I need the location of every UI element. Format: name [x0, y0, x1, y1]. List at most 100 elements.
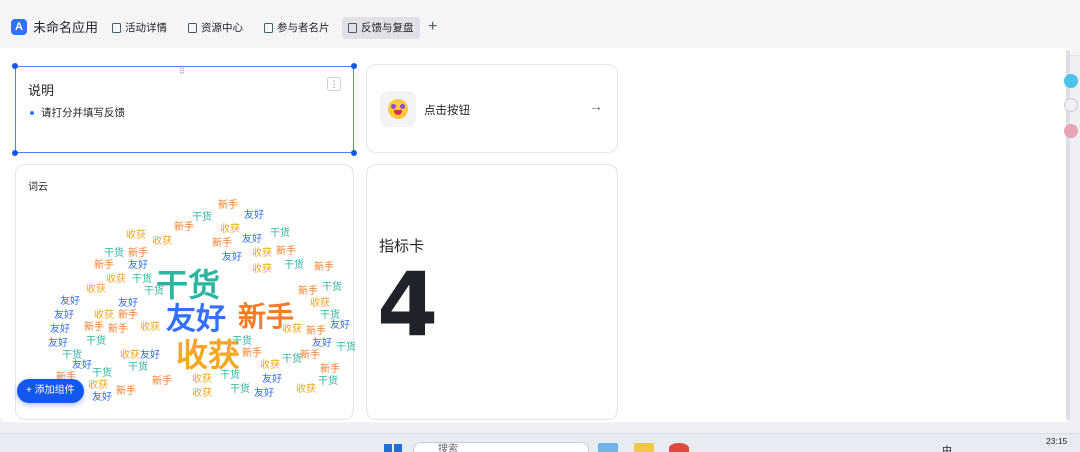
doc-icon [264, 23, 273, 33]
word-cloud-word: 友好 [54, 310, 74, 321]
word-cloud-word: 友好 [60, 296, 80, 307]
word-cloud-word: 收获 [152, 236, 172, 247]
word-cloud-word: 干货 [336, 342, 356, 353]
arrow-right-icon[interactable]: → [589, 98, 603, 114]
word-cloud-word: 收获 [176, 336, 241, 374]
word-cloud-word: 友好 [244, 210, 264, 221]
word-cloud-word: 新手 [152, 376, 172, 387]
wordcloud-card-title: 词云 [28, 182, 48, 193]
windows-start-icon[interactable] [384, 444, 402, 452]
notes-card-title: 说明 [28, 83, 55, 98]
button-card-label[interactable]: 点击按钮 [424, 102, 470, 118]
taskbar-clock[interactable]: 23:15 [1046, 436, 1067, 446]
word-cloud-word: 收获 [126, 230, 146, 241]
word-cloud-word: 收获 [260, 360, 280, 371]
app-title[interactable]: 未命名应用 [33, 19, 98, 37]
resize-handle-bottom-right[interactable] [351, 150, 357, 156]
metric-card[interactable]: 指标卡 4 [366, 164, 618, 420]
word-cloud-word: 干货 [92, 368, 112, 379]
resize-handle-bottom-left[interactable] [12, 150, 18, 156]
doc-icon [112, 23, 121, 33]
word-cloud-word: 友好 [48, 338, 68, 349]
app-logo-icon[interactable]: A [11, 19, 27, 35]
word-cloud-word: 新手 [116, 386, 136, 397]
word-cloud-word: 新手 [84, 322, 104, 333]
tab-label: 参与者名片 [277, 22, 330, 34]
word-cloud-word: 干货 [318, 376, 338, 387]
word-cloud-word: 收获 [296, 384, 316, 395]
grid-icon[interactable] [1064, 98, 1078, 112]
word-cloud: 干货 友好 新手 收获 新手 干货 收获 友好 新手 收获 友好 干货 新手 收获 干货 新手 友好 收获 新手 友好… [32, 199, 356, 403]
word-cloud-word: 干货 [230, 384, 250, 395]
word-cloud-word: 干货 [192, 212, 212, 223]
word-cloud-word: 友好 [128, 260, 148, 271]
word-cloud-word: 干货 [282, 354, 302, 365]
word-cloud-word: 干货 [104, 248, 124, 259]
word-cloud-word: 收获 [252, 264, 272, 275]
word-cloud-word: 友好 [50, 324, 70, 335]
tab-participant-cards[interactable]: 参与者名片 [258, 17, 336, 39]
word-cloud-word: 友好 [92, 392, 112, 403]
drag-handle-icon[interactable]: ⠿ [179, 67, 185, 76]
tab-label: 活动详情 [125, 22, 167, 34]
word-cloud-word: 友好 [242, 234, 262, 245]
resize-handle-top-left[interactable] [12, 63, 18, 69]
word-cloud-word: 收获 [106, 274, 126, 285]
word-cloud-word: 新手 [300, 350, 320, 361]
word-cloud-word: 收获 [86, 284, 106, 295]
word-cloud-word: 收获 [282, 324, 302, 335]
add-widget-button[interactable]: + 添加组件 [17, 379, 84, 403]
word-cloud-word: 收获 [192, 374, 212, 385]
taskbar-search-input[interactable]: 搜索 [413, 442, 589, 452]
bullet-icon [30, 110, 34, 115]
more-options-icon[interactable]: ⋮ [327, 77, 341, 91]
word-cloud-word: 新手 [128, 248, 148, 259]
word-cloud-word: 新手 [174, 222, 194, 233]
emoji-icon [380, 91, 416, 127]
word-cloud-word: 收获 [94, 310, 114, 321]
notes-bullet-text: 请打分并填写反馈 [41, 107, 125, 119]
word-cloud-word: 收获 [252, 248, 272, 259]
word-cloud-word: 新手 [94, 260, 114, 271]
os-taskbar: 搜索 中 23:15 [0, 433, 1080, 452]
word-cloud-word: 新手 [314, 262, 334, 273]
word-cloud-word: 收获 [192, 388, 212, 399]
word-cloud-word: 友好 [140, 350, 160, 361]
button-card[interactable]: 点击按钮 → [366, 64, 618, 153]
smiley-face-icon [388, 99, 408, 119]
add-tab-button[interactable]: + [428, 16, 437, 38]
word-cloud-word: 收获 [310, 298, 330, 309]
word-cloud-word: 收获 [88, 380, 108, 391]
assistant-icon[interactable] [1064, 74, 1078, 88]
taskbar-app-icon[interactable] [598, 443, 618, 452]
word-cloud-word: 新手 [108, 324, 128, 335]
tab-feedback-review[interactable]: 反馈与复盘 [342, 17, 420, 39]
word-cloud-word: 友好 [118, 298, 138, 309]
word-cloud-word: 干货 [220, 370, 240, 381]
word-cloud-word: 友好 [222, 252, 242, 263]
emoji-mouth [394, 110, 402, 115]
word-cloud-word: 收获 [120, 350, 140, 361]
word-cloud-word: 干货 [144, 286, 164, 297]
tab-label: 资源中心 [201, 22, 243, 34]
word-cloud-word: 新手 [276, 246, 296, 257]
tab-activity-details[interactable]: 活动详情 [106, 17, 173, 39]
word-cloud-word: 友好 [166, 302, 226, 337]
chrome-icon[interactable] [669, 443, 689, 452]
word-cloud-word: 新手 [212, 238, 232, 249]
notes-card[interactable]: ⠿ 说明 ⋮ 请打分并填写反馈 [12, 63, 357, 156]
resize-handle-top-right[interactable] [351, 63, 357, 69]
word-cloud-word: 干货 [322, 282, 342, 293]
translate-icon[interactable] [1064, 124, 1078, 138]
word-cloud-word: 收获 [220, 224, 240, 235]
word-cloud-word: 友好 [262, 374, 282, 385]
file-explorer-icon[interactable] [634, 443, 654, 452]
word-cloud-word: 新手 [118, 310, 138, 321]
side-toolbar [1062, 70, 1080, 150]
dashboard-canvas: ⠿ 说明 ⋮ 请打分并填写反馈 点击按钮 → 词云 干货 友好 新手 收获 新手 干货 收获… [0, 48, 1070, 422]
word-cloud-word: 新手 [218, 200, 238, 211]
ime-indicator[interactable]: 中 [942, 442, 952, 452]
word-cloud-word: 新手 [298, 286, 318, 297]
word-cloud-word: 干货 [284, 260, 304, 271]
tab-resource-center[interactable]: 资源中心 [182, 17, 249, 39]
